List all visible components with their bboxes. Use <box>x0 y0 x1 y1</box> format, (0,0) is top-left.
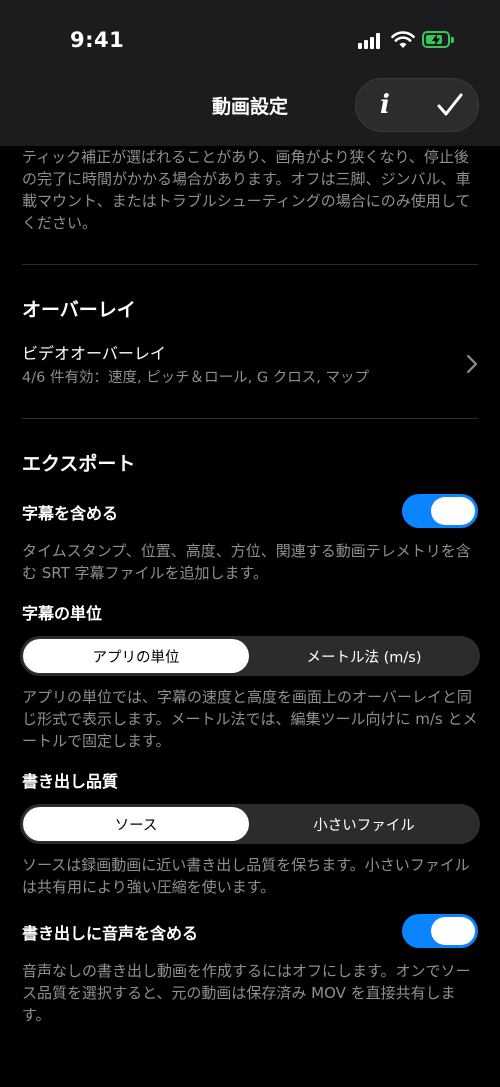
video-overlay-summary: 4/6 件有効：速度, ピッチ＆ロール, G クロス, マップ <box>22 370 369 386</box>
include-audio-description: 音声なしの書き出し動画を作成するにはオフにします。オンでソース品質を選択すると、… <box>22 962 471 1024</box>
done-button[interactable] <box>422 79 478 131</box>
battery-charging-icon <box>422 31 454 48</box>
export-quality-small-file-option[interactable]: 小さいファイル <box>251 807 477 841</box>
export-quality-description: ソースは録画動画に近い書き出し品質を保ちます。小さいファイルは共有用により強い圧… <box>22 856 470 896</box>
stabilization-description: ティック補正が選ばれることがあり、画角がより狭くなり、停止後の完了に時間がかかる… <box>22 148 471 232</box>
overlay-section-title: オーバーレイ <box>22 299 136 321</box>
include-subtitles-toggle[interactable] <box>402 494 478 528</box>
status-bar: 9:41 <box>0 0 500 80</box>
chevron-right-icon <box>466 354 478 374</box>
video-overlay-row[interactable]: ビデオオーバーレイ 4/6 件有効：速度, ピッチ＆ロール, G クロス, マッ… <box>22 340 478 390</box>
status-time: 9:41 <box>70 28 125 52</box>
wifi-icon <box>391 31 415 48</box>
subtitle-units-segmented-control: アプリの単位 メートル法 (m/s) <box>20 636 480 676</box>
export-quality-source-option[interactable]: ソース <box>23 807 249 841</box>
navigation-bar: 9:41 動画設定 i <box>0 0 500 146</box>
cellular-signal-icon <box>358 33 384 49</box>
include-subtitles-row: 字幕を含める <box>22 494 478 528</box>
settings-content: ティック補正が選ばれることがあり、画角がより狭くなり、停止後の完了に時間がかかる… <box>0 140 500 1026</box>
export-quality-segmented-control: ソース 小さいファイル <box>20 804 480 844</box>
include-subtitles-description: タイムスタンプ、位置、高度、方位、関連する動画テレメトリを含む SRT 字幕ファ… <box>22 542 471 582</box>
include-audio-row: 書き出しに音声を含める <box>22 914 478 948</box>
include-audio-label: 書き出しに音声を含める <box>22 924 199 943</box>
subtitle-units-description: アプリの単位では、字幕の速度と高度を画面上のオーバーレイと同じ形式で表示します。… <box>22 688 478 750</box>
include-subtitles-label: 字幕を含める <box>22 504 119 523</box>
subtitle-units-app-option[interactable]: アプリの単位 <box>23 639 249 673</box>
subtitle-units-metric-option[interactable]: メートル法 (m/s) <box>251 639 477 673</box>
video-overlay-title: ビデオオーバーレイ <box>22 344 166 363</box>
export-quality-label: 書き出し品質 <box>22 772 119 791</box>
include-audio-toggle[interactable] <box>402 914 478 948</box>
nav-action-group: i <box>355 78 479 132</box>
info-icon: i <box>380 90 390 120</box>
export-section-title: エクスポート <box>22 453 136 475</box>
subtitle-units-label: 字幕の単位 <box>22 604 103 623</box>
info-button[interactable]: i <box>356 79 414 131</box>
checkmark-icon <box>437 93 463 116</box>
